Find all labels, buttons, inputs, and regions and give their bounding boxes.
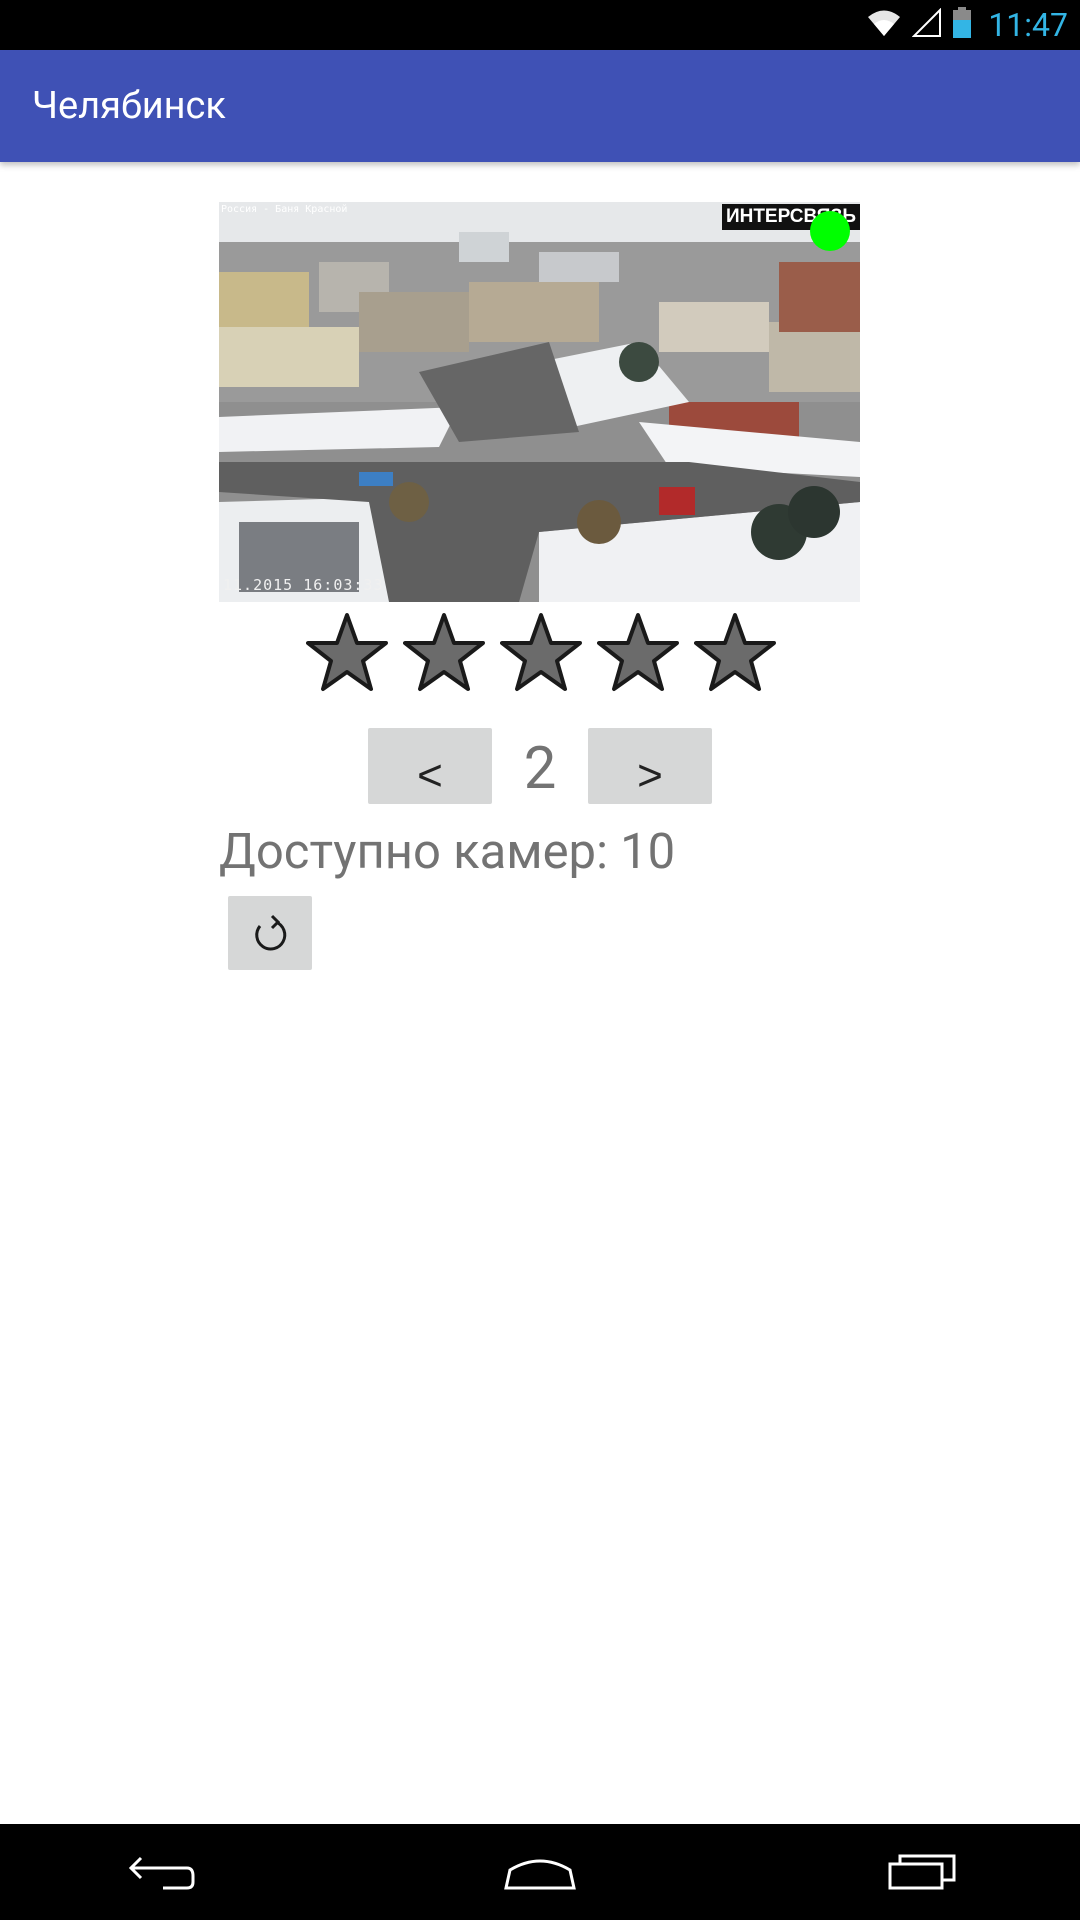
refresh-button[interactable] xyxy=(228,896,312,970)
recents-button[interactable] xyxy=(862,1824,982,1920)
star-icon[interactable] xyxy=(694,612,776,692)
battery-icon xyxy=(952,7,972,43)
camera-timestamp: 11.2015 16:03:33 xyxy=(223,576,384,594)
star-icon[interactable] xyxy=(306,612,388,692)
star-icon[interactable] xyxy=(597,612,679,692)
rating-bar[interactable] xyxy=(306,612,776,692)
home-icon xyxy=(504,1859,576,1890)
camera-pager: < 2 > xyxy=(0,728,1080,804)
navigation-bar xyxy=(0,1824,1080,1920)
home-button[interactable] xyxy=(480,1824,600,1920)
prev-label: < xyxy=(417,751,443,800)
wifi-icon xyxy=(866,8,902,42)
app-bar: Челябинск xyxy=(0,50,1080,162)
app-title: Челябинск xyxy=(32,84,226,128)
signal-icon xyxy=(911,7,942,42)
camera-caption: Россия - Баня Красной xyxy=(221,204,348,215)
star-icon[interactable] xyxy=(500,612,582,692)
recents-icon xyxy=(888,1854,956,1890)
back-icon xyxy=(128,1856,195,1890)
status-icons: 11:47 xyxy=(866,0,1068,50)
next-camera-button[interactable]: > xyxy=(588,728,712,804)
camera-scene xyxy=(219,202,860,602)
current-camera-number: 2 xyxy=(523,735,557,803)
back-button[interactable] xyxy=(100,1824,220,1920)
status-time: 11:47 xyxy=(988,6,1068,44)
status-bar: 11:47 xyxy=(0,0,1080,50)
prev-camera-button[interactable]: < xyxy=(368,728,492,804)
star-icon[interactable] xyxy=(403,612,485,692)
next-label: > xyxy=(637,751,663,800)
camera-status-indicator xyxy=(810,211,850,251)
refresh-icon xyxy=(255,914,287,951)
camera-image[interactable]: Россия - Баня Красной ИНТЕРСВЯЗЬ 11.2015… xyxy=(219,202,860,602)
available-cameras-text: Доступно камер: 10 xyxy=(219,823,676,880)
